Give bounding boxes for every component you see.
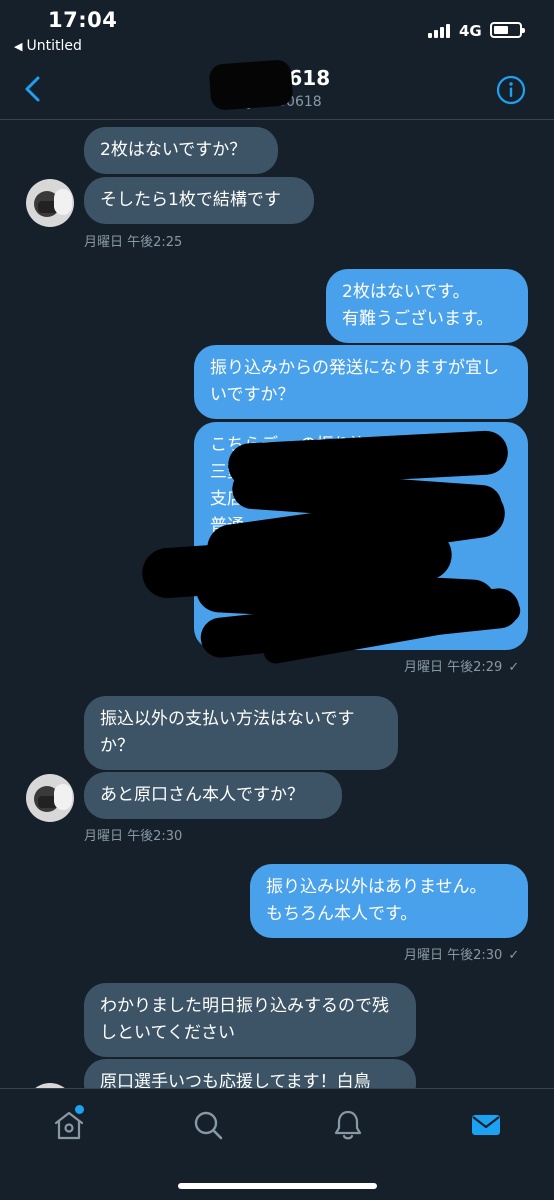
message-bubble-outgoing[interactable]: 振り込み以外はありません。 もちろん本人です。 <box>250 864 528 938</box>
read-check-icon: ✓ <box>508 660 520 675</box>
home-indicator <box>178 1183 377 1189</box>
message-bubble-incoming[interactable]: 2枚はないですか？ <box>84 127 278 174</box>
search-icon <box>194 1111 223 1140</box>
battery-icon <box>490 22 525 38</box>
message-timestamp: 月曜日 午後2:30 <box>84 829 183 844</box>
bell-icon <box>334 1110 362 1140</box>
signal-icon <box>428 24 454 38</box>
tab-messages[interactable] <box>468 1107 504 1143</box>
message-bubble-incoming[interactable]: 振込以外の支払い方法はないですか？ <box>84 696 398 770</box>
status-bar: 17:04 ◀ Untitled 4G <box>0 0 554 62</box>
network-type: 4G <box>459 22 482 40</box>
info-icon[interactable] <box>496 75 526 105</box>
redaction-mark <box>208 59 294 111</box>
back-triangle-icon: ◀ <box>14 40 23 53</box>
message-list[interactable]: 2枚はないですか？ そしたら1枚で結構です 月曜日 午後2:25 2枚はないです… <box>0 121 554 1088</box>
status-time: 17:04 <box>48 8 118 32</box>
message-bubble-outgoing[interactable]: 振り込みからの発送になりますが宜しいですか？ <box>194 345 528 419</box>
avatar[interactable] <box>26 774 74 822</box>
back-app-label: Untitled <box>26 38 82 54</box>
tab-search[interactable] <box>190 1107 226 1143</box>
tab-notifications[interactable] <box>330 1107 366 1143</box>
message-bubble-outgoing[interactable]: 2枚はないです。 有難うございます。 <box>326 269 528 343</box>
message-bubble-incoming[interactable]: わかりました明日振り込みするので残しといてください <box>84 983 416 1057</box>
message-bubble-incoming[interactable]: あと原口さん本人ですか？ <box>84 772 342 819</box>
mail-icon <box>472 1115 500 1135</box>
message-bubble-incoming[interactable]: そしたら1枚で結構です <box>84 177 314 224</box>
back-to-app-link[interactable]: ◀ Untitled <box>14 38 82 54</box>
notification-dot <box>75 1105 84 1114</box>
avatar[interactable] <box>26 179 74 227</box>
tab-home[interactable] <box>51 1105 87 1143</box>
message-timestamp: 月曜日 午後2:29 ✓ <box>404 660 520 675</box>
message-timestamp: 月曜日 午後2:30 ✓ <box>404 948 520 963</box>
message-timestamp: 月曜日 午後2:25 <box>84 235 183 250</box>
read-check-icon: ✓ <box>508 948 520 963</box>
message-bubble-incoming[interactable]: 原口選手いつも応援してます！白鳥 <box>84 1059 416 1088</box>
